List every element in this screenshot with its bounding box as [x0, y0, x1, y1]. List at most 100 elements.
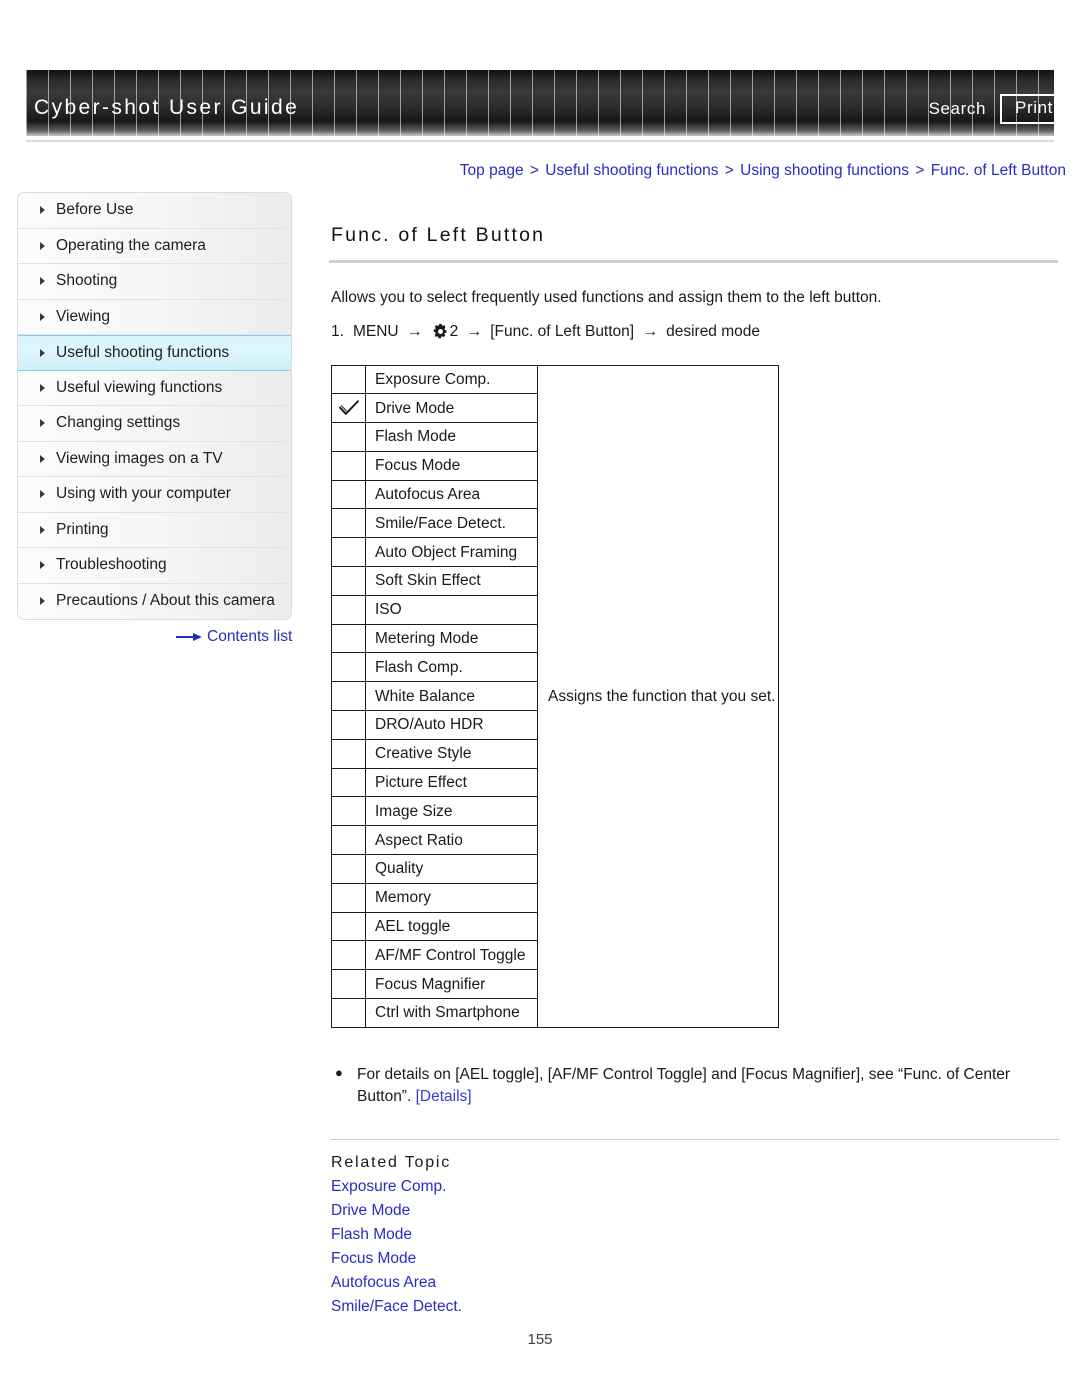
function-option-label[interactable]: Auto Object Framing [365, 537, 538, 568]
function-option-label[interactable]: Soft Skin Effect [365, 566, 538, 596]
function-option-label[interactable]: AF/MF Control Toggle [365, 940, 538, 971]
function-option-label[interactable]: Flash Comp. [365, 652, 538, 683]
print-button[interactable]: Print [1000, 94, 1068, 124]
table-row: Exposure Comp. Assigns the function that … [331, 364, 779, 1028]
checkmark-cell-selected[interactable] [331, 393, 366, 424]
function-option-label[interactable]: Focus Magnifier [365, 969, 538, 1000]
checkmark-cell[interactable] [331, 825, 366, 856]
function-option-label[interactable]: Autofocus Area [365, 479, 538, 510]
checkmark-cell[interactable] [331, 738, 366, 769]
triangle-right-icon [40, 277, 45, 286]
step-final: desired mode [666, 322, 761, 340]
checkmark-cell[interactable] [331, 652, 366, 683]
function-option-label[interactable]: Drive Mode [365, 393, 538, 424]
related-link-focus-mode[interactable]: Focus Mode [331, 1250, 1062, 1268]
sidebar-item-viewing[interactable]: Viewing [18, 299, 291, 335]
breadcrumb: Top page > Useful shooting functions > U… [460, 162, 1066, 180]
sidebar-item-printing[interactable]: Printing [18, 512, 291, 548]
checkmark-cell[interactable] [331, 422, 366, 452]
triangle-right-icon [40, 561, 45, 570]
sidebar-item-label: Shooting [56, 272, 118, 290]
function-option-label[interactable]: AEL toggle [365, 911, 538, 942]
checkmark-cell[interactable] [331, 364, 366, 395]
function-option-label[interactable]: Image Size [365, 796, 538, 827]
related-link-drive-mode[interactable]: Drive Mode [331, 1202, 1062, 1220]
function-option-label[interactable]: Flash Mode [365, 422, 538, 452]
breadcrumb-separator: > [724, 162, 734, 179]
triangle-right-icon [40, 490, 45, 499]
checkmark-cell[interactable] [331, 998, 366, 1028]
sidebar-item-label: Printing [56, 520, 109, 538]
breadcrumb-item-top-page[interactable]: Top page [460, 162, 524, 179]
checkmark-cell[interactable] [331, 710, 366, 740]
page-number: 155 [527, 1331, 553, 1348]
sidebar-item-operating-the-camera[interactable]: Operating the camera [18, 228, 291, 264]
sidebar-item-using-with-your-computer[interactable]: Using with your computer [18, 477, 291, 513]
step-arrow-2: → [466, 322, 483, 340]
function-option-label[interactable]: Focus Mode [365, 450, 538, 481]
sidebar-navigation: Before Use Operating the camera Shooting Vi… [17, 192, 292, 620]
checkmark-cell[interactable] [331, 882, 366, 913]
contents-list-link[interactable]: Contents list [176, 628, 292, 646]
function-option-label[interactable]: Creative Style [365, 738, 538, 769]
function-option-label[interactable]: Aspect Ratio [365, 825, 538, 856]
step-arrow-3: → [642, 322, 659, 340]
sidebar-item-useful-viewing-functions[interactable]: Useful viewing functions [18, 370, 291, 406]
intro-paragraph: Allows you to select frequently used fun… [331, 289, 882, 306]
breadcrumb-item-using-shooting-functions[interactable]: Using shooting functions [740, 162, 909, 179]
related-link-autofocus-area[interactable]: Autofocus Area [331, 1274, 1062, 1292]
breadcrumb-item-useful-shooting-functions[interactable]: Useful shooting functions [545, 162, 718, 179]
search-link[interactable]: Search [929, 99, 986, 119]
breadcrumb-item-func-of-left-button[interactable]: Func. of Left Button [931, 162, 1066, 179]
sidebar-item-precautions-about-this-camera[interactable]: Precautions / About this camera [18, 583, 291, 619]
function-option-label[interactable]: DRO/Auto HDR [365, 710, 538, 740]
step-instruction: 1. MENU → 2 → [Func. of Left Button] → d… [331, 323, 1062, 341]
gear-icon [432, 323, 449, 340]
related-link-flash-mode[interactable]: Flash Mode [331, 1226, 1062, 1244]
sidebar-item-changing-settings[interactable]: Changing settings [18, 406, 291, 442]
checkmark-cell[interactable] [331, 450, 366, 481]
checkmark-cell[interactable] [331, 479, 366, 510]
function-option-label[interactable]: Smile/Face Detect. [365, 508, 538, 539]
function-option-label[interactable]: Exposure Comp. [365, 364, 538, 395]
sidebar-item-before-use[interactable]: Before Use [18, 193, 291, 229]
checkmark-cell[interactable] [331, 911, 366, 942]
sidebar-item-label: Operating the camera [56, 236, 206, 254]
page-title: Func. of Left Button [331, 224, 546, 246]
checkmark-cell[interactable] [331, 623, 366, 654]
sidebar-item-viewing-images-on-a-tv[interactable]: Viewing images on a TV [18, 441, 291, 477]
sidebar-item-useful-shooting-functions[interactable]: Useful shooting functions [18, 335, 291, 371]
function-option-label[interactable]: Memory [365, 882, 538, 913]
checkmark-cell[interactable] [331, 796, 366, 827]
related-topic-links: Exposure Comp. Drive Mode Flash Mode Focus … [329, 1178, 1062, 1316]
triangle-right-icon [40, 206, 45, 215]
checkmark-cell[interactable] [331, 537, 366, 568]
sidebar-item-shooting[interactable]: Shooting [18, 264, 291, 300]
function-option-label[interactable]: Quality [365, 854, 538, 884]
checkmark-cell[interactable] [331, 767, 366, 798]
checkmark-cell[interactable] [331, 681, 366, 712]
function-option-label[interactable]: White Balance [365, 681, 538, 712]
sidebar-item-label: Viewing images on a TV [56, 449, 223, 467]
function-option-label[interactable]: Metering Mode [365, 623, 538, 654]
function-option-label[interactable]: ISO [365, 594, 538, 625]
sidebar-item-label: Using with your computer [56, 485, 231, 503]
checkmark-cell[interactable] [331, 508, 366, 539]
related-link-exposure-comp[interactable]: Exposure Comp. [331, 1178, 1062, 1196]
checkmark-cell[interactable] [331, 940, 366, 971]
function-options-table: Exposure Comp. Assigns the function that … [331, 364, 779, 1028]
sidebar-item-label: Useful viewing functions [56, 378, 223, 396]
triangle-right-icon [40, 383, 45, 392]
function-option-label[interactable]: Picture Effect [365, 767, 538, 798]
related-link-smile-face-detect[interactable]: Smile/Face Detect. [331, 1298, 1062, 1316]
sidebar-item-troubleshooting[interactable]: Troubleshooting [18, 548, 291, 584]
note-block: ● For details on [AEL toggle], [AF/MF Co… [335, 1064, 1062, 1109]
checkmark-cell[interactable] [331, 594, 366, 625]
function-option-label[interactable]: Ctrl with Smartphone [365, 998, 538, 1028]
step-bracket-item: [Func. of Left Button] [490, 322, 635, 340]
checkmark-cell[interactable] [331, 969, 366, 1000]
checkmark-cell[interactable] [331, 566, 366, 596]
header-underline [26, 140, 1054, 142]
details-link[interactable]: [Details] [416, 1088, 472, 1105]
checkmark-cell[interactable] [331, 854, 366, 884]
